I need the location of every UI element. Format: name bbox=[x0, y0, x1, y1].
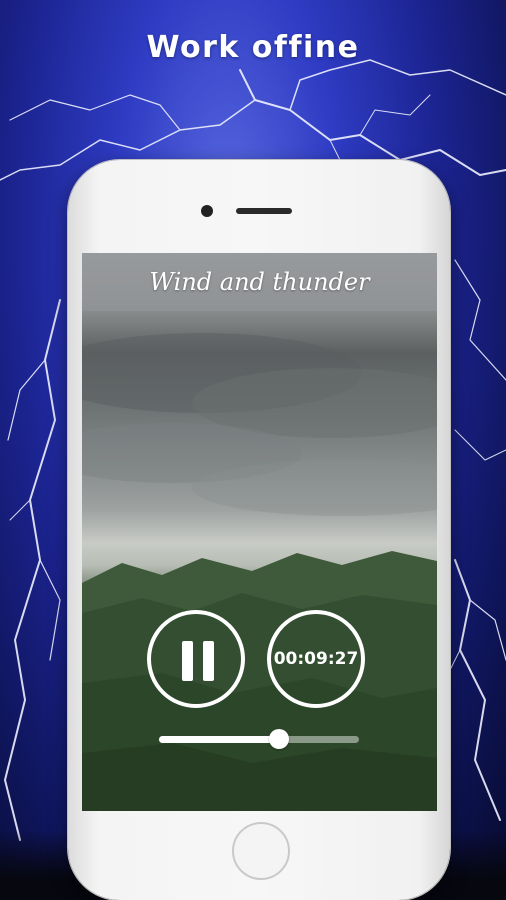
phone-camera bbox=[201, 205, 213, 217]
sound-title: Wind and thunder bbox=[149, 268, 370, 296]
pause-button[interactable] bbox=[147, 610, 245, 708]
pause-icon bbox=[182, 641, 214, 681]
volume-fill bbox=[159, 736, 279, 743]
app-screen: Wind and thunder 00:09:27 bbox=[82, 253, 437, 811]
promo-headline: Work offine bbox=[146, 30, 360, 65]
phone-speaker bbox=[236, 208, 292, 214]
title-bar: Wind and thunder bbox=[82, 253, 437, 311]
volume-thumb[interactable] bbox=[269, 729, 289, 749]
volume-slider[interactable] bbox=[159, 727, 359, 751]
timer-button[interactable]: 00:09:27 bbox=[267, 610, 365, 708]
timer-readout: 00:09:27 bbox=[273, 649, 359, 669]
home-button bbox=[232, 822, 290, 880]
promo-screen: Work offine Wind and thunder 00:09:27 bbox=[0, 0, 506, 900]
